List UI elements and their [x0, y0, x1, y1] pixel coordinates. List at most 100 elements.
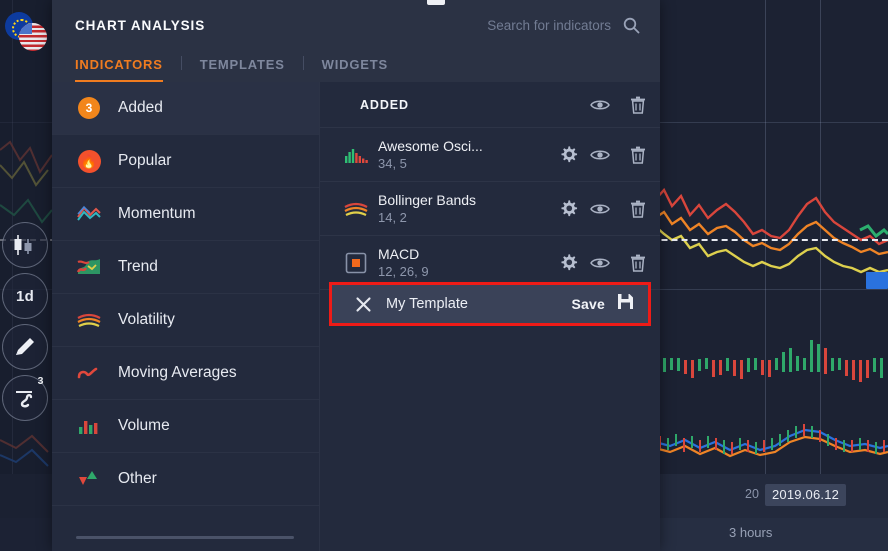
added-count: 3: [78, 97, 100, 119]
eye-icon: [590, 204, 610, 213]
eye-icon: [590, 150, 610, 159]
candlestick-icon: [14, 235, 32, 255]
sidebar-item-popular[interactable]: 🔥 Popular: [52, 135, 319, 188]
indicator-visibility-button[interactable]: [584, 202, 616, 216]
count-badge-icon: 3: [76, 95, 102, 121]
tab-widgets-label: WIDGETS: [321, 57, 388, 72]
sidebar-item-label: Momentum: [118, 205, 196, 222]
panel-scroll-indicator[interactable]: [76, 536, 294, 539]
indicator-name: Bollinger Bands: [378, 192, 477, 208]
instrument-flags[interactable]: [5, 12, 49, 54]
added-list-header: ADDED: [320, 82, 660, 128]
pencil-icon: [16, 338, 34, 355]
sidebar-item-trend[interactable]: Trend: [52, 241, 319, 294]
sidebar-item-label: Other: [118, 470, 157, 487]
search-icon[interactable]: [623, 17, 640, 34]
indicator-params: 12, 26, 9: [378, 264, 429, 279]
trash-icon: [631, 254, 645, 272]
timeframe-button[interactable]: 1d: [2, 273, 48, 319]
visibility-toggle-all-button[interactable]: [584, 98, 616, 112]
indicators-count-badge: 3: [37, 374, 44, 387]
price-marker: [866, 272, 888, 289]
sidebar-item-other[interactable]: Other: [52, 453, 319, 506]
category-list: 3 Added 🔥 Popular Momentum Trend Volatil…: [52, 82, 320, 551]
time-axis-partial-label: 20: [745, 487, 759, 501]
flame-icon: 🔥: [76, 148, 102, 174]
sidebar-item-moving-averages[interactable]: Moving Averages: [52, 347, 319, 400]
indicator-params: 34, 5: [378, 156, 407, 171]
trash-icon: [631, 96, 645, 114]
tab-indicators-label: INDICATORS: [75, 57, 163, 72]
indicator-delete-button[interactable]: [616, 254, 660, 272]
sidebar-item-volatility[interactable]: Volatility: [52, 294, 319, 347]
indicator-name: MACD: [378, 246, 420, 262]
save-template-row[interactable]: My Template Save: [332, 285, 648, 323]
gear-icon: [560, 146, 577, 163]
sidebar-item-added[interactable]: 3 Added: [52, 82, 319, 135]
drawing-tools-button[interactable]: [2, 324, 48, 370]
volatility-waves-icon: [77, 313, 101, 327]
gear-icon: [560, 254, 577, 271]
sidebar-item-momentum[interactable]: Momentum: [52, 188, 319, 241]
eye-icon: [590, 100, 610, 109]
indicator-row-bollinger-bands[interactable]: Bollinger Bands 14, 2: [320, 182, 660, 236]
eye-icon: [590, 258, 610, 267]
indicator-wave-icon: [16, 391, 33, 408]
volume-bars-icon: [79, 421, 98, 434]
sidebar-item-label: Volatility: [118, 311, 175, 328]
timeframe-label[interactable]: 3 hours: [729, 525, 772, 540]
gear-icon: [560, 200, 577, 217]
timeframe-button-label: 1d: [15, 287, 35, 305]
indicator-delete-button[interactable]: [616, 200, 660, 218]
panel-header: CHART ANALYSIS Search for indicators IND…: [52, 0, 660, 82]
sidebar-item-label: Volume: [118, 417, 170, 434]
wave-line-icon: [77, 367, 98, 379]
macd-icon: [345, 252, 367, 273]
delete-all-button[interactable]: [616, 96, 660, 114]
tab-templates[interactable]: TEMPLATES: [182, 57, 303, 82]
tab-widgets[interactable]: WIDGETS: [304, 57, 406, 82]
template-row-highlight: My Template Save: [329, 282, 651, 326]
arrows-icon: [79, 471, 97, 485]
floppy-disk-icon: [618, 294, 633, 309]
sidebar-item-volume[interactable]: Volume: [52, 400, 319, 453]
sidebar-item-label: Added: [118, 99, 163, 116]
chart-type-button[interactable]: [2, 222, 48, 268]
awesome-oscillator-icon: [345, 148, 368, 163]
panel-body: 3 Added 🔥 Popular Momentum Trend Volatil…: [52, 82, 660, 551]
trash-icon: [631, 146, 645, 164]
panel-tabs: INDICATORS TEMPLATES WIDGETS: [75, 46, 406, 82]
indicator-settings-button[interactable]: [552, 199, 584, 218]
indicator-settings-button[interactable]: [552, 145, 584, 164]
added-header-label: ADDED: [360, 97, 409, 112]
added-indicators-list: ADDED Awesome Osci... 34, 5 Bollinger Ba…: [320, 82, 660, 551]
search-placeholder: Search for indicators: [487, 18, 611, 33]
trash-icon: [631, 200, 645, 218]
indicator-name: Awesome Osci...: [378, 138, 483, 154]
save-template-label[interactable]: Save: [572, 296, 606, 312]
chart-analysis-panel: CHART ANALYSIS Search for indicators IND…: [52, 0, 660, 551]
app-root: 20 2019.06.12 3 hours 1d 3 CHART ANALYSI…: [0, 0, 888, 551]
template-name-input[interactable]: My Template: [378, 296, 572, 312]
indicator-delete-button[interactable]: [616, 146, 660, 164]
indicator-row-awesome-oscillator[interactable]: Awesome Osci... 34, 5: [320, 128, 660, 182]
sidebar-item-label: Moving Averages: [118, 364, 237, 381]
indicator-visibility-button[interactable]: [584, 256, 616, 270]
momentum-icon: [77, 205, 101, 221]
close-x-icon[interactable]: [348, 296, 378, 313]
left-toolbar: 1d 3: [0, 0, 52, 551]
sidebar-item-label: Popular: [118, 152, 172, 169]
sidebar-item-label: Trend: [118, 258, 158, 275]
tab-indicators[interactable]: INDICATORS: [75, 57, 181, 82]
tab-templates-label: TEMPLATES: [199, 57, 285, 72]
search-input[interactable]: Search for indicators: [487, 17, 640, 34]
indicator-params: 14, 2: [378, 210, 407, 225]
indicator-settings-button[interactable]: [552, 253, 584, 272]
us-flag-icon: [19, 23, 47, 51]
trend-icon: [76, 259, 100, 274]
save-template-button[interactable]: [617, 293, 634, 315]
indicator-visibility-button[interactable]: [584, 148, 616, 162]
date-tooltip: 2019.06.12: [765, 484, 847, 506]
indicators-button[interactable]: 3: [2, 375, 48, 421]
bollinger-bands-icon: [344, 202, 368, 216]
